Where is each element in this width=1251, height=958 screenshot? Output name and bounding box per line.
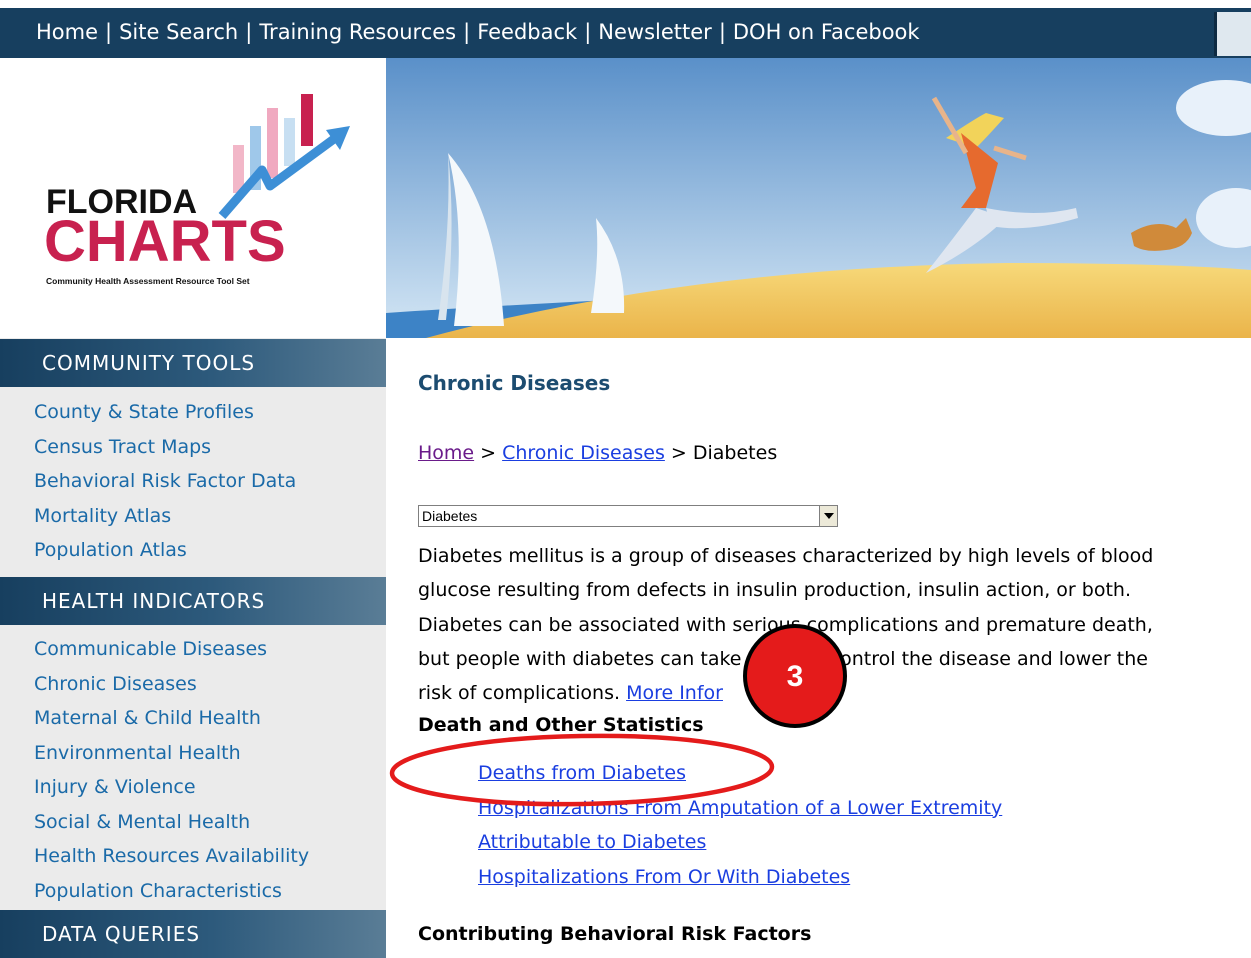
nav-training-resources[interactable]: Training Resources [259, 20, 456, 44]
sidebar-item-census-tract-maps[interactable]: Census Tract Maps [34, 430, 296, 465]
sidebar-item-population-atlas[interactable]: Population Atlas [34, 533, 296, 568]
main-content: Chronic Diseases Home > Chronic Diseases… [386, 338, 1251, 952]
description-line: glucose resulting from defects in insuli… [418, 579, 1131, 602]
statistics-link-list: Deaths from Diabetes Hospitalizations Fr… [478, 756, 1002, 894]
nav-newsletter[interactable]: Newsletter [598, 20, 712, 44]
description-line: Diabetes can be associated with serious … [418, 613, 1153, 636]
florida-charts-logo: FLORIDA CHARTS Community Health Assessme… [44, 94, 350, 286]
nav-separator: | [584, 20, 592, 44]
chevron-down-icon [824, 513, 834, 519]
sidebar-item-behavioral-risk-factor-data[interactable]: Behavioral Risk Factor Data [34, 464, 296, 499]
page-title: Chronic Diseases [418, 371, 611, 395]
death-statistics-heading: Death and Other Statistics [418, 714, 704, 736]
sidebar-item-health-resources-availability[interactable]: Health Resources Availability [34, 839, 309, 874]
sidebar-item-mortality-atlas[interactable]: Mortality Atlas [34, 499, 296, 534]
sidebar-item-county-state-profiles[interactable]: County & State Profiles [34, 395, 296, 430]
breadcrumb-chronic-diseases-link[interactable]: Chronic Diseases [502, 442, 665, 464]
health-indicators-list: Communicable Diseases Chronic Diseases M… [34, 632, 309, 908]
health-indicators-heading: HEALTH INDICATORS [0, 577, 386, 625]
left-sidebar: COMMUNITY TOOLS County & State Profiles … [0, 338, 386, 958]
disease-select-dropdown[interactable]: Diabetes [418, 505, 838, 527]
sidebar-item-maternal-child-health[interactable]: Maternal & Child Health [34, 701, 309, 736]
breadcrumb-separator: > [664, 442, 693, 464]
description-text: risk of complications. [418, 682, 621, 705]
sidebar-item-population-characteristics[interactable]: Population Characteristics [34, 874, 309, 909]
header-banner-illustration [386, 58, 1251, 338]
more-info-link[interactable]: More Infor [626, 682, 723, 704]
breadcrumb: Home > Chronic Diseases > Diabetes [418, 442, 777, 464]
breadcrumb-home-link[interactable]: Home [418, 442, 474, 464]
link-hospitalizations-with-diabetes[interactable]: Hospitalizations From Or With Diabetes [478, 860, 1002, 895]
breadcrumb-current: Diabetes [692, 442, 778, 464]
nav-site-search[interactable]: Site Search [119, 20, 238, 44]
breadcrumb-separator: > [474, 442, 503, 464]
nav-feedback[interactable]: Feedback [477, 20, 577, 44]
description-line: Diabetes mellitus is a group of diseases… [418, 545, 1154, 567]
logo-charts-text: CHARTS [44, 209, 286, 274]
nav-separator: | [718, 20, 726, 44]
sidebar-item-social-mental-health[interactable]: Social & Mental Health [34, 805, 309, 840]
sidebar-item-chronic-diseases[interactable]: Chronic Diseases [34, 667, 309, 702]
behavioral-risk-factors-heading: Contributing Behavioral Risk Factors [418, 923, 812, 945]
search-box-edge[interactable] [1214, 12, 1251, 56]
sidebar-item-injury-violence[interactable]: Injury & Violence [34, 770, 309, 805]
top-nav: Home | Site Search | Training Resources | Feed… [36, 20, 920, 48]
dropdown-selected-value: Diabetes [422, 508, 478, 524]
top-nav-bar: Home | Site Search | Training Resources | Feed… [0, 8, 1251, 58]
link-hospitalizations-amputation[interactable]: Hospitalizations From Amputation of a Lo… [478, 791, 1002, 826]
nav-separator: | [105, 20, 113, 44]
logo[interactable]: FLORIDA CHARTS Community Health Assessme… [0, 58, 386, 338]
data-queries-heading: DATA QUERIES [0, 910, 386, 958]
link-deaths-from-diabetes[interactable]: Deaths from Diabetes [478, 756, 1002, 791]
link-attributable-to-diabetes[interactable]: Attributable to Diabetes [478, 825, 1002, 860]
sidebar-item-environmental-health[interactable]: Environmental Health [34, 736, 309, 771]
nav-separator: | [245, 20, 253, 44]
nav-separator: | [463, 20, 471, 44]
nav-doh-facebook[interactable]: DOH on Facebook [733, 20, 920, 44]
community-tools-heading: COMMUNITY TOOLS [0, 339, 386, 387]
community-tools-list: County & State Profiles Census Tract Map… [34, 395, 296, 568]
step-badge-number: 3 [786, 660, 804, 693]
sidebar-item-communicable-diseases[interactable]: Communicable Diseases [34, 632, 309, 667]
dropdown-arrow-button[interactable] [819, 506, 837, 526]
logo-tagline: Community Health Assessment Resource Too… [46, 276, 250, 286]
nav-home[interactable]: Home [36, 20, 98, 44]
